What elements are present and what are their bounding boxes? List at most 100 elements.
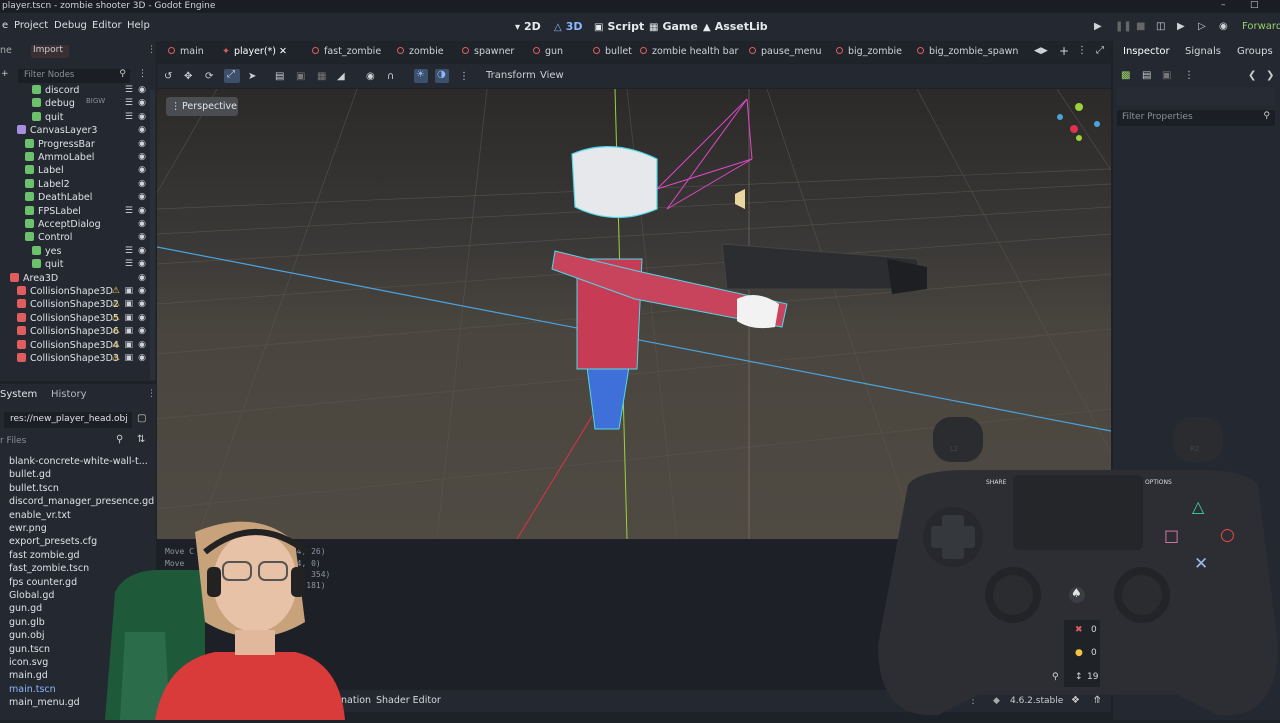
mode-game-button[interactable]: ▦ Game [649, 20, 698, 33]
scene-tree-row[interactable]: Area3D ◉ [0, 272, 150, 285]
file-item[interactable]: ewr.png [9, 523, 47, 534]
mode-2d-button[interactable]: ▾ 2D [515, 20, 541, 33]
scene-tab[interactable]: zombie health bar [640, 46, 738, 57]
script-icon[interactable]: ☰ [125, 245, 133, 258]
visibility-eye-icon[interactable]: ◉ [138, 178, 146, 191]
visibility-eye-icon[interactable]: ◉ [138, 151, 146, 164]
scene-menu-icon[interactable]: ⋮ [138, 69, 147, 79]
movie-maker-icon[interactable]: ◉ [1219, 21, 1228, 32]
scene-tree-row[interactable]: debug ☰ ◉ [0, 97, 150, 110]
new-resource-icon[interactable]: ▩ [1121, 70, 1130, 81]
scene-tree-row[interactable]: ProgressBar ◉ [0, 138, 150, 151]
file-item[interactable]: export_presets.cfg [9, 536, 97, 547]
file-item[interactable]: gun.obj [9, 630, 45, 641]
scene-tree-row[interactable]: CanvasLayer3 ◉ [0, 124, 150, 137]
remote-debug-icon[interactable]: ◫ [1156, 21, 1165, 32]
warning-icon[interactable]: ⚠ [112, 339, 120, 352]
play-icon[interactable]: ▶ [1094, 21, 1102, 32]
file-item[interactable]: enable_vr.txt [9, 510, 71, 521]
perspective-button[interactable]: ⋮ Perspective [166, 97, 238, 116]
menu-help[interactable]: Help [127, 20, 150, 31]
visibility-eye-icon[interactable]: ◉ [138, 218, 146, 231]
filter-nodes-input[interactable]: Filter Nodes ⚲ [18, 69, 130, 83]
visibility-eye-icon[interactable]: ◉ [138, 191, 146, 204]
file-item[interactable]: blank-concrete-white-wall-t... [9, 456, 148, 467]
tab-filesystem[interactable]: System [0, 389, 37, 400]
mode-assetlib-button[interactable]: ▲ AssetLib [703, 20, 768, 33]
list-select-icon[interactable]: ▤ [275, 71, 284, 82]
file-item[interactable]: main.gd [9, 670, 48, 681]
visibility-eye-icon[interactable]: ◉ [138, 352, 146, 365]
scene-tree-row[interactable]: DeathLabel ◉ [0, 191, 150, 204]
script-icon[interactable]: ☰ [125, 84, 133, 97]
fs-path-field[interactable]: res://new_player_head.obj [4, 412, 132, 428]
warning-icon[interactable]: ⚠ [112, 298, 120, 311]
scene-tab[interactable]: bullet [593, 46, 632, 57]
square-button-icon[interactable]: □ [1164, 526, 1179, 545]
tab-history[interactable]: History [51, 389, 87, 400]
script-icon[interactable]: ☰ [125, 258, 133, 271]
warning-icon[interactable]: ⚠ [112, 325, 120, 338]
file-item[interactable]: gun.glb [9, 617, 45, 628]
scene-tree-row[interactable]: yes ☰ ◉ [0, 245, 150, 258]
warning-icon[interactable]: ⚠ [112, 285, 120, 298]
maximize-icon[interactable]: □ [1250, 0, 1259, 10]
visibility-eye-icon[interactable]: ◉ [138, 245, 146, 258]
minimize-icon[interactable]: – [1221, 0, 1226, 10]
visibility-eye-icon[interactable]: ◉ [138, 272, 146, 285]
scene-tree-row[interactable]: CollisionShape3D3 ⚠ ▣ ◉ [0, 352, 150, 365]
visibility-eye-icon[interactable]: ◉ [138, 298, 146, 311]
load-resource-icon[interactable]: ▤ [1142, 70, 1151, 81]
ps-button-icon[interactable]: ♠ [1071, 586, 1082, 600]
visibility-eye-icon[interactable]: ◉ [138, 312, 146, 325]
scene-tree-row[interactable]: Control ◉ [0, 231, 150, 244]
save-resource-icon[interactable]: ▣ [1162, 70, 1171, 81]
file-item[interactable]: bullet.gd [9, 469, 51, 480]
warning-icon[interactable]: ⚠ [112, 312, 120, 325]
scroll-tabs-left-icon[interactable]: ◀▶ [1034, 46, 1048, 56]
options-button[interactable]: OPTIONS [1145, 479, 1172, 486]
visibility-eye-icon[interactable]: ◉ [138, 325, 146, 338]
pointer-icon[interactable]: ➤ [248, 71, 256, 82]
file-item[interactable]: discord_manager_presence.gd [9, 496, 154, 507]
triangle-button-icon[interactable]: △ [1192, 497, 1204, 516]
file-item[interactable]: bullet.tscn [9, 483, 59, 494]
file-item[interactable]: Global.gd [9, 590, 54, 601]
rotate-mode-icon[interactable]: ⟳ [205, 71, 213, 82]
menu-project[interactable]: Project [14, 20, 48, 31]
file-item[interactable]: gun.tscn [9, 644, 50, 655]
visibility-eye-icon[interactable]: ◉ [138, 124, 146, 137]
scene-tree-row[interactable]: Label ◉ [0, 164, 150, 177]
menu-editor[interactable]: Editor [92, 20, 122, 31]
file-item[interactable]: fast zombie.gd [9, 550, 80, 561]
import-dock-tab[interactable]: Import [31, 45, 69, 58]
warning-icon[interactable]: ⚠ [112, 352, 120, 365]
visibility-eye-icon[interactable]: ◉ [138, 97, 146, 110]
file-item[interactable]: main.tscn [9, 684, 56, 695]
filter-properties-input[interactable]: Filter Properties ⚲ [1117, 110, 1275, 126]
tab-groups[interactable]: Groups [1237, 46, 1273, 57]
scene-tree-row[interactable]: AmmoLabel ◉ [0, 151, 150, 164]
scene-tree-row[interactable]: CollisionShape3D ⚠ ▣ ◉ [0, 285, 150, 298]
visibility-eye-icon[interactable]: ◉ [138, 258, 146, 271]
scene-tree-row[interactable]: quit ☰ ◉ [0, 258, 150, 271]
scene-tree-row[interactable]: AcceptDialog ◉ [0, 218, 150, 231]
scene-tree-scrollbar[interactable] [150, 90, 155, 380]
file-item[interactable]: icon.svg [9, 657, 48, 668]
stop-icon[interactable]: ■ [1136, 21, 1145, 32]
close-tab-icon[interactable]: ✕ [276, 46, 287, 57]
filter-files-input[interactable]: r Files [0, 436, 26, 446]
play-scene-icon[interactable]: ▶ [1177, 21, 1185, 32]
sun-preview-icon[interactable]: ☀ [414, 69, 428, 83]
lock-icon[interactable]: ▣ [296, 71, 305, 82]
add-tab-icon[interactable]: + [1059, 44, 1069, 58]
tab-signals[interactable]: Signals [1185, 46, 1221, 57]
file-item[interactable]: fast_zombie.tscn [9, 563, 89, 574]
scene-tree-row[interactable]: quit ☰ ◉ [0, 111, 150, 124]
play-custom-icon[interactable]: ▷ [1198, 21, 1206, 32]
scene-tree-row[interactable]: FPSLabel ☰ ◉ [0, 205, 150, 218]
visibility-eye-icon[interactable]: ◉ [138, 205, 146, 218]
distraction-free-icon[interactable]: ⤢ [1096, 45, 1104, 56]
visibility-eye-icon[interactable]: ◉ [138, 138, 146, 151]
dock-menu-icon[interactable]: ⋮ [147, 45, 156, 55]
